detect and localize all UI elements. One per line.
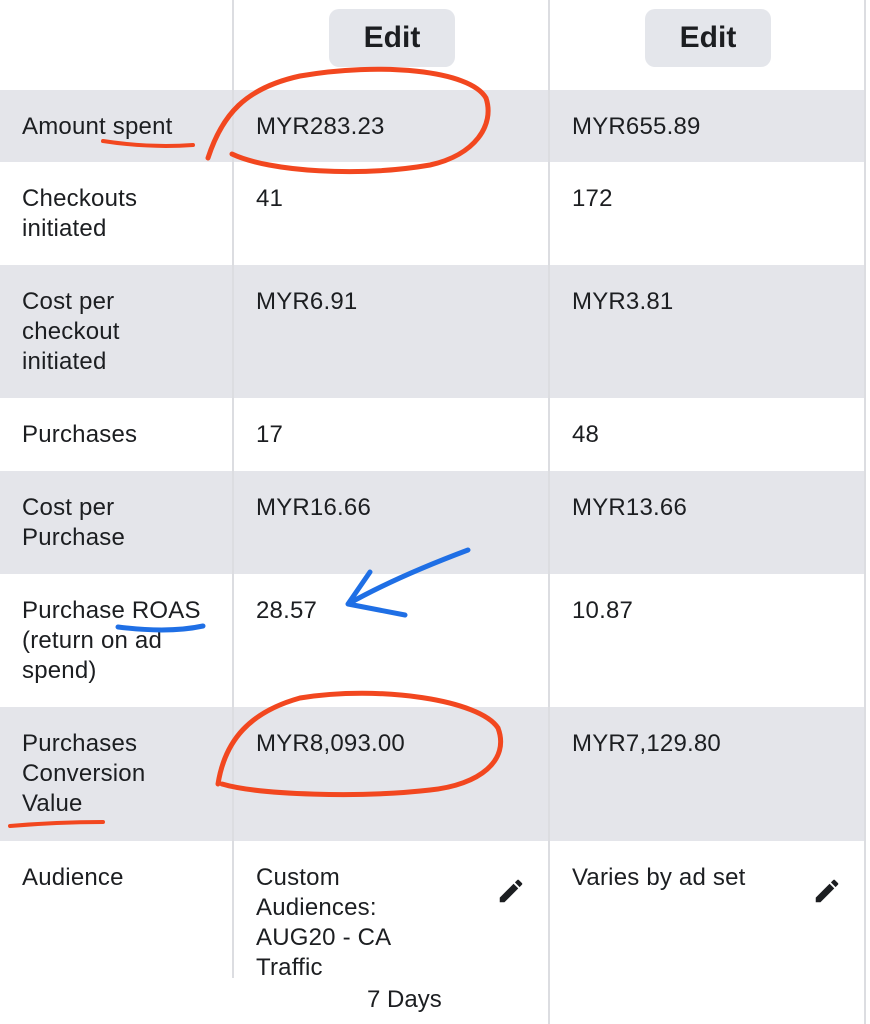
comparison-table: Edit Edit Amount spent MYR283.23 MYR655.… <box>0 0 870 1024</box>
value-column-1: Custom Audiences: AUG20 - CA Traffic <box>256 864 391 979</box>
row-label: Purchases Conversion Value <box>22 730 146 817</box>
value-column-2: MYR13.66 <box>572 494 687 521</box>
value-column-1: 28.57 <box>256 597 318 624</box>
table-row-conversion-value: Purchases Conversion Value MYR8,093.00 M… <box>0 707 866 841</box>
value-column-2: 48 <box>572 421 600 448</box>
pencil-icon[interactable] <box>496 876 526 906</box>
table-row-purchases: Purchases 17 48 <box>0 398 866 471</box>
table-row-cost-per-checkout: Cost per checkout initiated MYR6.91 MYR3… <box>0 265 866 398</box>
row-label: Cost per checkout initiated <box>22 288 120 375</box>
edit-button-column-2[interactable]: Edit <box>645 9 771 67</box>
value-column-1: MYR6.91 <box>256 288 358 315</box>
value-column-2: Varies by ad set <box>572 864 746 891</box>
table-row-amount-spent: Amount spent MYR283.23 MYR655.89 <box>0 90 866 162</box>
row-label: Cost per Purchase <box>22 494 125 551</box>
row-label: Purchases <box>22 421 138 448</box>
row-label: Purchase ROAS (return on ad spend) <box>22 597 201 684</box>
date-range-text: 7 Days <box>367 986 442 1013</box>
pencil-icon[interactable] <box>812 876 842 906</box>
table-header: Edit Edit <box>0 0 870 90</box>
row-label: Audience <box>22 864 124 891</box>
edit-button-column-1[interactable]: Edit <box>329 9 455 67</box>
obscured-area <box>232 978 362 1024</box>
column-divider <box>548 0 550 1024</box>
value-column-1: MYR16.66 <box>256 494 371 521</box>
table-row-purchase-roas: Purchase ROAS (return on ad spend) 28.57… <box>0 574 866 707</box>
table-row-cost-per-purchase: Cost per Purchase MYR16.66 MYR13.66 <box>0 471 866 574</box>
row-label: Checkouts initiated <box>22 185 138 242</box>
value-column-1: MYR283.23 <box>256 113 385 140</box>
value-column-2: 10.87 <box>572 597 634 624</box>
row-label: Amount spent <box>22 113 173 140</box>
column-divider <box>232 0 234 1024</box>
value-column-1: 41 <box>256 185 284 212</box>
value-column-2: MYR3.81 <box>572 288 674 315</box>
value-column-1: 17 <box>256 421 284 448</box>
value-column-2: MYR7,129.80 <box>572 730 721 757</box>
value-column-2: 172 <box>572 185 613 212</box>
column-divider <box>864 0 866 1024</box>
value-column-1: MYR8,093.00 <box>256 730 405 757</box>
table-row-checkouts-initiated: Checkouts initiated 41 172 <box>0 162 866 265</box>
value-column-2: MYR655.89 <box>572 113 701 140</box>
